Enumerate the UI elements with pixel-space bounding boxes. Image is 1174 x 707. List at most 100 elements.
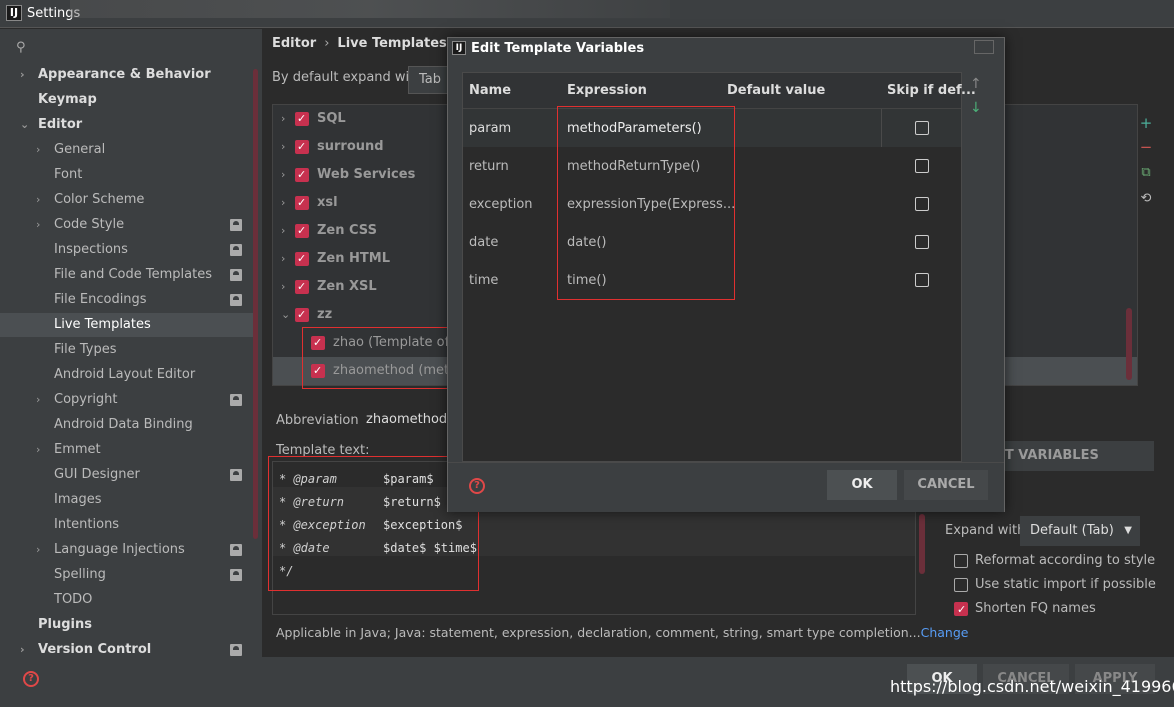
chevron-right-icon[interactable]: › [281, 273, 285, 301]
chevron-right-icon[interactable]: › [36, 388, 40, 412]
skip-if-defined-checkbox[interactable] [915, 159, 929, 173]
sidebar-item-general[interactable]: › General [0, 138, 258, 162]
template-text-scrollbar[interactable] [919, 514, 925, 574]
shorten-fq-label: Shorten FQ names [975, 601, 1096, 616]
sidebar-item-images[interactable]: Images [0, 488, 258, 512]
template-group-checkbox[interactable] [295, 133, 309, 161]
move-down-icon[interactable]: ↓ [970, 100, 982, 116]
sidebar-item-font[interactable]: Font [0, 163, 258, 187]
skip-if-defined-checkbox[interactable] [915, 121, 929, 135]
project-profile-icon [230, 269, 242, 281]
template-group-checkbox[interactable] [295, 161, 309, 189]
chevron-right-icon[interactable]: › [20, 63, 25, 87]
abbreviation-input[interactable]: zhaomethod [360, 407, 450, 433]
chevron-right-icon[interactable]: › [281, 133, 285, 161]
sidebar-item-file-encodings[interactable]: File Encodings [0, 288, 258, 312]
column-skip-if-defined[interactable]: Skip if def... [887, 83, 976, 98]
template-group-checkbox[interactable] [295, 105, 309, 133]
sidebar-item-android-data-binding[interactable]: Android Data Binding [0, 413, 258, 437]
variables-table-header: Name Expression Default value Skip if de… [463, 73, 976, 109]
chevron-right-icon[interactable]: › [36, 138, 40, 162]
restore-defaults-button[interactable]: ⟲ [1136, 189, 1156, 209]
template-group-label: Web Services [317, 167, 416, 182]
chevron-right-icon[interactable]: › [281, 161, 285, 189]
template-group-checkbox[interactable] [295, 189, 309, 217]
applicable-text: Applicable in Java; Java: statement, exp… [276, 625, 921, 640]
sidebar-item-label: Appearance & Behavior [38, 67, 211, 82]
template-group-label: SQL [317, 111, 346, 126]
template-group-checkbox[interactable] [295, 217, 309, 245]
remove-template-button[interactable]: − [1136, 137, 1156, 157]
project-profile-icon [230, 219, 242, 231]
sidebar-item-label: File Types [54, 342, 117, 357]
sidebar-item-editor[interactable]: ⌄ Editor [0, 113, 258, 137]
variable-name: time [469, 273, 499, 288]
sidebar-item-emmet[interactable]: › Emmet [0, 438, 258, 462]
checkbox-shorten-fq[interactable] [954, 600, 968, 620]
skip-if-defined-checkbox[interactable] [915, 197, 929, 211]
dialog-close-button[interactable] [974, 40, 994, 54]
skip-if-defined-checkbox[interactable] [915, 273, 929, 287]
reformat-label: Reformat according to style [975, 553, 1156, 568]
help-icon[interactable]: ? [23, 671, 39, 687]
sidebar-item-live-templates[interactable]: Live Templates [0, 313, 258, 337]
sidebar-item-language-injections[interactable]: › Language Injections [0, 538, 258, 562]
template-group-checkbox[interactable] [295, 273, 309, 301]
skip-if-defined-checkbox[interactable] [915, 235, 929, 249]
checkbox-reformat[interactable] [954, 554, 968, 568]
static-import-checkbox[interactable]: Use static import if possible [954, 575, 1156, 595]
sidebar-item-spelling[interactable]: Spelling [0, 563, 258, 587]
highlight-box-expressions [557, 106, 735, 300]
chevron-down-icon[interactable]: ⌄ [281, 301, 290, 329]
chevron-right-icon[interactable]: › [281, 189, 285, 217]
templates-scrollbar[interactable] [1126, 308, 1132, 380]
copy-template-button[interactable]: ⧉ [1136, 163, 1156, 183]
sidebar-item-inspections[interactable]: Inspections [0, 238, 258, 262]
settings-search[interactable]: ⚲ [16, 37, 256, 59]
sidebar-item-keymap[interactable]: Keymap [0, 88, 258, 112]
project-profile-icon [230, 394, 242, 406]
sidebar-item-label: Images [54, 492, 102, 507]
column-default-value[interactable]: Default value [727, 83, 825, 98]
sidebar-item-android-layout-editor[interactable]: Android Layout Editor [0, 363, 258, 387]
sidebar-item-intentions[interactable]: Intentions [0, 513, 258, 537]
template-group-checkbox[interactable] [295, 245, 309, 273]
add-template-button[interactable]: + [1136, 113, 1156, 133]
sidebar-item-code-style[interactable]: › Code Style [0, 213, 258, 237]
chevron-right-icon[interactable]: › [36, 213, 40, 237]
column-name[interactable]: Name [469, 83, 511, 98]
sidebar-item-copyright[interactable]: › Copyright [0, 388, 258, 412]
reformat-checkbox[interactable]: Reformat according to style [954, 551, 1156, 571]
chevron-right-icon[interactable]: › [281, 105, 285, 133]
shorten-fq-checkbox[interactable]: Shorten FQ names [954, 599, 1154, 620]
chevron-right-icon[interactable]: › [281, 245, 285, 273]
chevron-right-icon[interactable]: › [36, 188, 40, 212]
sidebar-item-appearance-behavior[interactable]: › Appearance & Behavior [0, 63, 258, 87]
sidebar-item-file-types[interactable]: File Types [0, 338, 258, 362]
template-group-checkbox[interactable] [295, 301, 309, 329]
expand-with-select[interactable]: Default (Tab) ▼ [1020, 516, 1140, 546]
change-context-link[interactable]: Change [921, 625, 969, 640]
sidebar-item-gui-designer[interactable]: GUI Designer [0, 463, 258, 487]
chevron-down-icon[interactable]: ⌄ [20, 113, 29, 137]
sidebar-item-color-scheme[interactable]: › Color Scheme [0, 188, 258, 212]
chevron-right-icon[interactable]: › [36, 438, 40, 462]
column-expression[interactable]: Expression [567, 83, 647, 98]
dialog-ok-button[interactable]: OK [827, 470, 897, 500]
dialog-cancel-button[interactable]: CANCEL [904, 470, 988, 500]
chevron-right-icon[interactable]: › [281, 217, 285, 245]
breadcrumb-root[interactable]: Editor [272, 36, 316, 51]
sidebar-item-label: Keymap [38, 92, 97, 107]
sidebar-item-file-and-code-templates[interactable]: File and Code Templates [0, 263, 258, 287]
variable-name: return [469, 159, 509, 174]
sidebar-item-label: Font [54, 167, 83, 182]
sidebar-scrollbar[interactable] [253, 69, 258, 539]
sidebar-item-plugins[interactable]: Plugins [0, 613, 258, 637]
dialog-help-icon[interactable]: ? [469, 478, 485, 494]
watermark-text: https://blog.csdn.net/weixin_41996632 [890, 677, 1174, 696]
move-up-icon[interactable]: ↑ [970, 76, 982, 92]
sidebar-item-todo[interactable]: TODO [0, 588, 258, 612]
dialog-title-bar: IJ Edit Template Variables [448, 38, 1004, 60]
chevron-right-icon[interactable]: › [36, 538, 40, 562]
checkbox-static-import[interactable] [954, 578, 968, 592]
